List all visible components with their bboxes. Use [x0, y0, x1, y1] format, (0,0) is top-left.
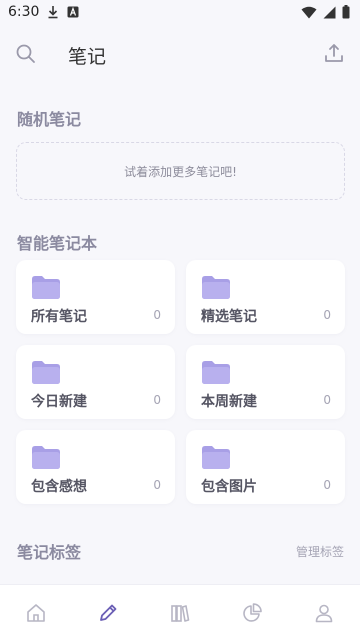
signal-icon [323, 6, 336, 18]
export-button[interactable] [322, 42, 346, 66]
home-icon [27, 603, 45, 622]
nav-stats[interactable] [232, 593, 272, 633]
pie-chart-icon [243, 602, 262, 622]
search-button[interactable] [14, 42, 38, 66]
app-header: 笔记 [0, 34, 360, 74]
notebook-count: 0 [323, 478, 331, 492]
download-icon [48, 6, 58, 19]
notebook-card-with-images[interactable]: 包含图片 0 [186, 430, 345, 504]
nav-profile[interactable] [304, 593, 344, 633]
random-notes-empty-box: 试着添加更多笔记吧! [16, 142, 345, 200]
books-icon [171, 604, 190, 622]
notebook-label: 所有笔记 [31, 309, 87, 325]
manage-tags-link[interactable]: 管理标签 [296, 543, 344, 560]
notebook-card-with-thoughts[interactable]: 包含感想 0 [16, 430, 175, 504]
notebook-label: 精选笔记 [201, 309, 257, 325]
status-left: 6:30 [8, 4, 79, 20]
battery-icon [342, 5, 350, 19]
folder-icon [202, 446, 230, 469]
search-icon [16, 44, 35, 63]
nav-home[interactable] [16, 593, 56, 633]
pencil-icon [100, 604, 117, 621]
status-right [301, 5, 350, 19]
page-title: 笔记 [68, 46, 107, 68]
notebook-label: 本周新建 [201, 394, 257, 410]
notebook-count: 0 [153, 308, 161, 322]
notebook-count: 0 [153, 478, 161, 492]
bottom-nav [0, 584, 360, 640]
nav-notes[interactable] [88, 593, 128, 633]
notebook-count: 0 [153, 393, 161, 407]
status-bar: 6:30 [0, 0, 360, 24]
folder-icon [202, 276, 230, 299]
notebook-count: 0 [323, 393, 331, 407]
export-icon [325, 44, 343, 62]
notebook-label: 包含感想 [31, 479, 87, 495]
random-notes-empty-text: 试着添加更多笔记吧! [124, 164, 237, 179]
folder-icon [32, 446, 60, 469]
smart-notebooks-title: 智能笔记本 [17, 234, 98, 253]
random-notes-title: 随机笔记 [17, 110, 82, 129]
notebook-card-all-notes[interactable]: 所有笔记 0 [16, 260, 175, 334]
notebook-card-today[interactable]: 今日新建 0 [16, 345, 175, 419]
folder-icon [32, 276, 60, 299]
notebook-card-featured[interactable]: 精选笔记 0 [186, 260, 345, 334]
status-time: 6:30 [8, 4, 40, 20]
folder-icon [32, 361, 60, 384]
profile-icon [315, 604, 333, 622]
note-tags-title: 笔记标签 [17, 543, 82, 562]
a-badge-icon [67, 6, 79, 18]
notebook-card-this-week[interactable]: 本周新建 0 [186, 345, 345, 419]
notebook-count: 0 [323, 308, 331, 322]
nav-library[interactable] [160, 593, 200, 633]
wifi-icon [301, 6, 317, 18]
notebook-label: 今日新建 [31, 394, 87, 410]
notebook-label: 包含图片 [201, 479, 257, 495]
folder-icon [202, 361, 230, 384]
